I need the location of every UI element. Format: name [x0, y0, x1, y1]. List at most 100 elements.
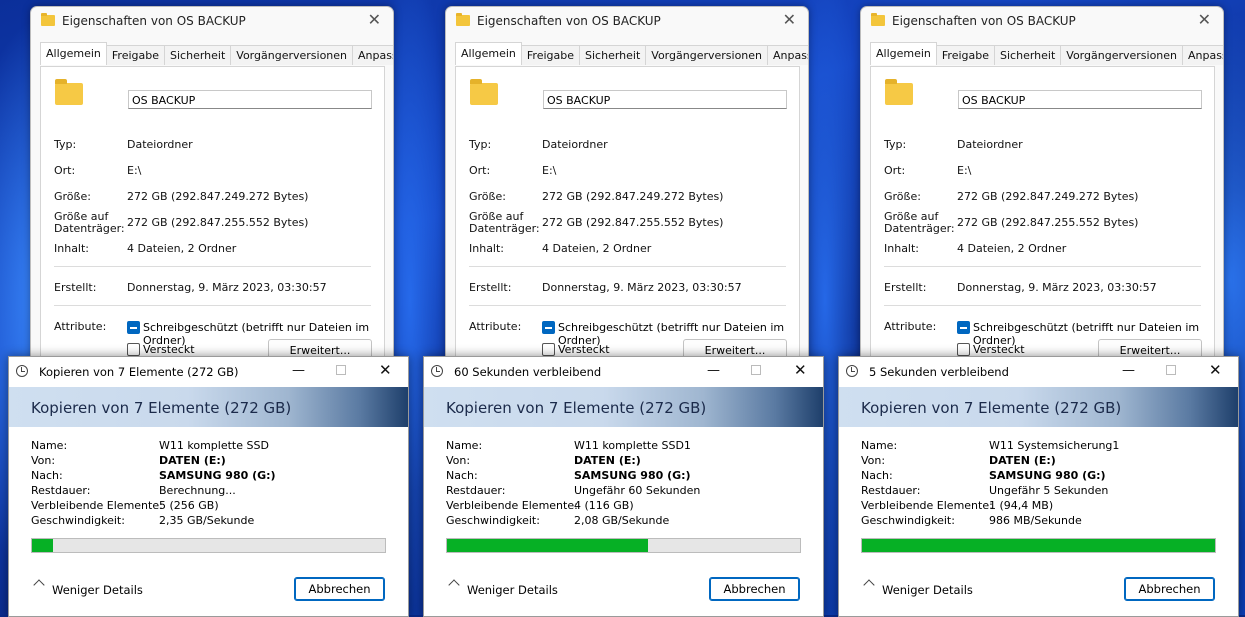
close-icon[interactable]: ✕ — [1209, 361, 1222, 379]
dialog-header: Kopieren von 7 Elemente (272 GB) — [9, 387, 408, 427]
readonly-checkbox[interactable] — [127, 321, 140, 334]
folder-icon — [41, 13, 55, 26]
less-details-toggle[interactable]: Weniger Details — [52, 583, 143, 597]
remaining-items-value: 4 (116 GB) — [574, 499, 634, 512]
readonly-checkbox[interactable] — [957, 321, 970, 334]
chevron-up-icon[interactable] — [863, 579, 875, 591]
cancel-button[interactable]: Abbrechen — [294, 577, 385, 601]
created-value: Donnerstag, 9. März 2023, 03:30:57 — [127, 281, 327, 294]
disk-size-label-line2: Datenträger: — [469, 222, 540, 235]
name-label: Name: — [861, 439, 898, 452]
copy-progress-dialog: 60 Sekunden verbleibend — ✕ Kopieren von… — [423, 356, 824, 617]
tab-allgemein[interactable]: Allgemein — [40, 42, 107, 65]
remaining-time-value: Ungefähr 60 Sekunden — [574, 484, 701, 497]
close-icon[interactable]: ✕ — [794, 361, 807, 379]
location-value: E:\ — [542, 164, 557, 177]
tab-freigabe[interactable]: Freigabe — [105, 45, 166, 65]
hidden-label: Versteckt — [558, 343, 610, 356]
remaining-time-label: Restdauer: — [861, 484, 921, 497]
tab-anpassen[interactable]: Anpassen — [1182, 45, 1223, 65]
hidden-checkbox[interactable] — [957, 343, 970, 356]
copy-heading: Kopieren von 7 Elemente (272 GB) — [861, 399, 1122, 417]
chevron-up-icon[interactable] — [448, 579, 460, 591]
size-value: 272 GB (292.847.249.272 Bytes) — [127, 190, 309, 203]
contents-label: Inhalt: — [884, 242, 920, 255]
tab-vorgaengerversionen[interactable]: Vorgängerversionen — [1060, 45, 1184, 65]
close-icon[interactable]: ✕ — [783, 10, 796, 29]
divider — [884, 266, 1201, 267]
created-value: Donnerstag, 9. März 2023, 03:30:57 — [542, 281, 742, 294]
maximize-icon — [1166, 365, 1176, 375]
divider — [469, 305, 786, 306]
cancel-button[interactable]: Abbrechen — [1124, 577, 1215, 601]
close-icon[interactable]: ✕ — [1198, 10, 1211, 29]
tab-freigabe[interactable]: Freigabe — [935, 45, 996, 65]
folder-icon — [55, 79, 83, 105]
type-value: Dateiordner — [127, 138, 193, 151]
tab-anpassen[interactable]: Anpassen — [767, 45, 808, 65]
folder-icon — [885, 79, 913, 105]
screenshot-panel: Eigenschaften von OS BACKUP ✕ Allgemein … — [415, 0, 830, 617]
tab-sicherheit[interactable]: Sicherheit — [164, 45, 232, 65]
readonly-checkbox[interactable] — [542, 321, 555, 334]
to-label: Nach: — [31, 469, 63, 482]
name-label: Name: — [446, 439, 483, 452]
type-label: Typ: — [54, 138, 77, 151]
tab-sicherheit[interactable]: Sicherheit — [994, 45, 1062, 65]
maximize-icon — [336, 365, 346, 375]
from-value[interactable]: DATEN (E:) — [574, 454, 641, 467]
attributes-label: Attribute: — [54, 320, 107, 333]
attributes-label: Attribute: — [469, 320, 522, 333]
progress-fill — [32, 539, 54, 552]
hidden-checkbox[interactable] — [542, 343, 555, 356]
tab-vorgaengerversionen[interactable]: Vorgängerversionen — [645, 45, 769, 65]
speed-label: Geschwindigkeit: — [446, 514, 540, 527]
dialog-header: Kopieren von 7 Elemente (272 GB) — [424, 387, 823, 427]
clock-icon — [16, 365, 28, 377]
contents-label: Inhalt: — [469, 242, 505, 255]
contents-value: 4 Dateien, 2 Ordner — [127, 242, 237, 255]
dialog-title: 60 Sekunden verbleibend — [454, 365, 602, 379]
folder-name-field[interactable]: OS BACKUP — [958, 90, 1202, 109]
tab-allgemein[interactable]: Allgemein — [870, 42, 937, 65]
to-value[interactable]: SAMSUNG 980 (G:) — [159, 469, 276, 482]
tab-anpassen[interactable]: Anpassen — [352, 45, 393, 65]
speed-value: 2,35 GB/Sekunde — [159, 514, 255, 527]
from-value[interactable]: DATEN (E:) — [989, 454, 1056, 467]
minimize-icon[interactable]: — — [292, 363, 305, 378]
disk-size-value: 272 GB (292.847.255.552 Bytes) — [542, 216, 724, 229]
dialog-titlebar: 5 Sekunden verbleibend — ✕ — [839, 357, 1238, 385]
close-icon[interactable]: ✕ — [379, 361, 392, 379]
minimize-icon[interactable]: — — [707, 363, 720, 378]
attributes-label: Attribute: — [884, 320, 937, 333]
divider — [54, 266, 371, 267]
less-details-toggle[interactable]: Weniger Details — [882, 583, 973, 597]
folder-name-field[interactable]: OS BACKUP — [128, 90, 372, 109]
tab-freigabe[interactable]: Freigabe — [520, 45, 581, 65]
tab-sicherheit[interactable]: Sicherheit — [579, 45, 647, 65]
cancel-button[interactable]: Abbrechen — [709, 577, 800, 601]
minimize-icon[interactable]: — — [1122, 363, 1135, 378]
location-value: E:\ — [127, 164, 142, 177]
folder-icon — [871, 13, 885, 26]
to-value[interactable]: SAMSUNG 980 (G:) — [989, 469, 1106, 482]
tab-vorgaengerversionen[interactable]: Vorgängerversionen — [230, 45, 354, 65]
remaining-items-label: Verbleibende Elemente: — [446, 499, 578, 512]
disk-size-label-line2: Datenträger: — [884, 222, 955, 235]
hidden-checkbox[interactable] — [127, 343, 140, 356]
to-value[interactable]: SAMSUNG 980 (G:) — [574, 469, 691, 482]
type-value: Dateiordner — [542, 138, 608, 151]
close-icon[interactable]: ✕ — [368, 10, 381, 29]
from-value[interactable]: DATEN (E:) — [159, 454, 226, 467]
dialog-title: 5 Sekunden verbleibend — [869, 365, 1009, 379]
created-value: Donnerstag, 9. März 2023, 03:30:57 — [957, 281, 1157, 294]
screenshot-panel: Eigenschaften von OS BACKUP ✕ Allgemein … — [830, 0, 1245, 617]
size-label: Größe: — [469, 190, 506, 203]
chevron-up-icon[interactable] — [33, 579, 45, 591]
to-label: Nach: — [446, 469, 478, 482]
created-label: Erstellt: — [54, 281, 97, 294]
tab-allgemein[interactable]: Allgemein — [455, 42, 522, 65]
folder-name-field[interactable]: OS BACKUP — [543, 90, 787, 109]
tab-bar: Allgemein Freigabe Sicherheit Vorgängerv… — [455, 42, 808, 66]
less-details-toggle[interactable]: Weniger Details — [467, 583, 558, 597]
